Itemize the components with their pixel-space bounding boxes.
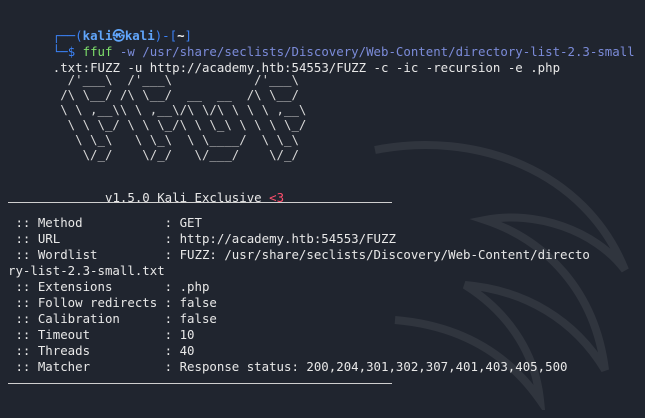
config-follow-redirects: :: Follow redirects : false — [8, 295, 217, 310]
config-calibration: :: Calibration : false — [8, 311, 217, 326]
command-args-line1: -w /usr/share/seclists/Discovery/Web-Con… — [112, 44, 635, 59]
heart-text: <3 — [269, 190, 285, 205]
ffuf-ascii-banner: /'___\ /'___\ /'___\ /\ \__/ /\ \__/ __ … — [60, 72, 307, 162]
skull-icon: ㉿ — [112, 28, 125, 43]
config-method: :: Method : GET — [8, 215, 202, 230]
prompt-cwd: ~ — [177, 28, 185, 43]
version-line: v1.5.0 Kali Exclusive <3 — [8, 174, 645, 205]
terminal-window[interactable]: ┌──(kali㉿kali)-[~] └─$ ffuf -w /usr/shar… — [0, 0, 645, 418]
config-block: :: Method : GET :: URL : http://academy.… — [8, 215, 645, 375]
config-timeout: :: Timeout : 10 — [8, 327, 195, 342]
command-program: ffuf — [82, 44, 113, 59]
config-url: :: URL : http://academy.htb:54553/FUZZ — [8, 231, 396, 246]
config-wordlist: :: Wordlist : FUZZ: /usr/share/seclists/… — [8, 247, 590, 262]
config-wordlist-wrap: ry-list-2.3-small.txt — [8, 263, 165, 278]
prompt-host: kali — [124, 28, 155, 43]
separator-bottom — [8, 383, 392, 384]
config-matcher: :: Matcher : Response status: 200,204,30… — [8, 359, 568, 374]
version-text: v1.5.0 Kali Exclusive — [52, 190, 270, 205]
prompt-dollar: $ — [67, 44, 83, 59]
prompt-frame-mid: )-[ — [154, 28, 178, 43]
prompt-frame-top: ┌──( — [52, 28, 83, 43]
config-extensions: :: Extensions : .php — [8, 279, 210, 294]
config-threads: :: Threads : 40 — [8, 343, 195, 358]
prompt-user: kali — [82, 28, 113, 43]
prompt-line: ┌──(kali㉿kali)-[~] — [8, 12, 645, 43]
prompt-frame-bottom: └─ — [52, 44, 68, 59]
prompt-frame-end: ] — [184, 28, 193, 43]
